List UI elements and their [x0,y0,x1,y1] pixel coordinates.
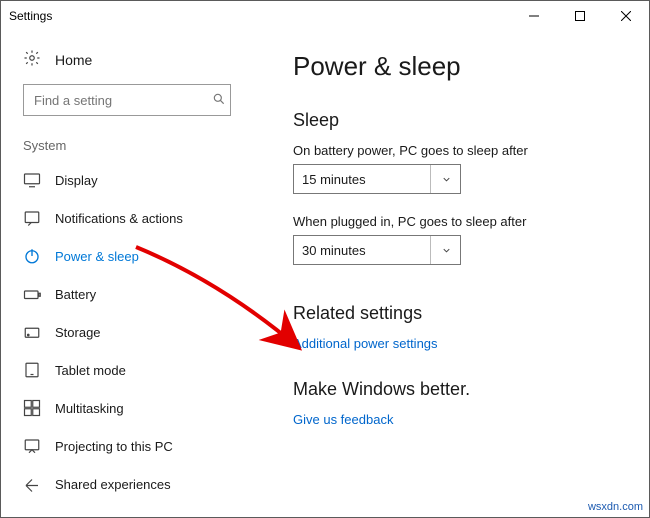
window-controls [511,1,649,31]
nav-list: Display Notifications & actions Power & … [1,161,253,503]
projecting-icon [23,437,41,455]
sidebar-item-battery[interactable]: Battery [1,275,253,313]
shared-icon [23,475,41,493]
sidebar-item-tablet[interactable]: Tablet mode [1,351,253,389]
search-icon [212,92,226,109]
sidebar-item-label: Power & sleep [55,249,139,264]
plugged-sleep-label: When plugged in, PC goes to sleep after [293,214,629,229]
sidebar-item-label: Storage [55,325,101,340]
display-icon [23,171,41,189]
sidebar-item-storage[interactable]: Storage [1,313,253,351]
sidebar-item-label: Notifications & actions [55,211,183,226]
plugged-sleep-value: 30 minutes [302,243,366,258]
sidebar-item-display[interactable]: Display [1,161,253,199]
settings-window: Settings Home [0,0,650,518]
gear-icon [23,49,41,70]
home-button[interactable]: Home [1,41,253,84]
notifications-icon [23,209,41,227]
sidebar-item-shared[interactable]: Shared experiences [1,465,253,503]
sidebar-item-label: Battery [55,287,96,302]
battery-icon [23,285,41,303]
chevron-down-icon [430,236,452,264]
additional-power-settings-link[interactable]: Additional power settings [293,336,438,351]
window-title: Settings [9,9,52,23]
chevron-down-icon [430,165,452,193]
titlebar: Settings [1,1,649,31]
feedback-link[interactable]: Give us feedback [293,412,393,427]
maximize-button[interactable] [557,1,603,31]
storage-icon [23,323,41,341]
minimize-button[interactable] [511,1,557,31]
watermark: wsxdn.com [588,501,643,513]
search-input[interactable] [32,92,212,109]
main-panel: Power & sleep Sleep On battery power, PC… [253,31,649,517]
section-related: Related settings [293,303,629,324]
content-area: Home System Display [1,31,649,517]
tablet-icon [23,361,41,379]
power-icon [23,247,41,265]
sidebar-item-label: Multitasking [55,401,124,416]
multitasking-icon [23,399,41,417]
sidebar-item-label: Projecting to this PC [55,439,173,454]
section-sleep: Sleep [293,110,629,131]
battery-sleep-label: On battery power, PC goes to sleep after [293,143,629,158]
plugged-sleep-select[interactable]: 30 minutes [293,235,461,265]
sidebar-item-notifications[interactable]: Notifications & actions [1,199,253,237]
home-label: Home [55,52,92,68]
battery-sleep-select[interactable]: 15 minutes [293,164,461,194]
close-button[interactable] [603,1,649,31]
sidebar-item-label: Display [55,173,98,188]
page-title: Power & sleep [293,51,629,82]
section-better: Make Windows better. [293,379,629,400]
sidebar-item-label: Tablet mode [55,363,126,378]
sidebar-item-multitasking[interactable]: Multitasking [1,389,253,427]
group-label-system: System [1,138,253,161]
battery-sleep-value: 15 minutes [302,172,366,187]
sidebar: Home System Display [1,31,253,517]
sidebar-item-power[interactable]: Power & sleep [1,237,253,275]
search-box[interactable] [23,84,231,116]
sidebar-item-projecting[interactable]: Projecting to this PC [1,427,253,465]
sidebar-item-label: Shared experiences [55,477,171,492]
